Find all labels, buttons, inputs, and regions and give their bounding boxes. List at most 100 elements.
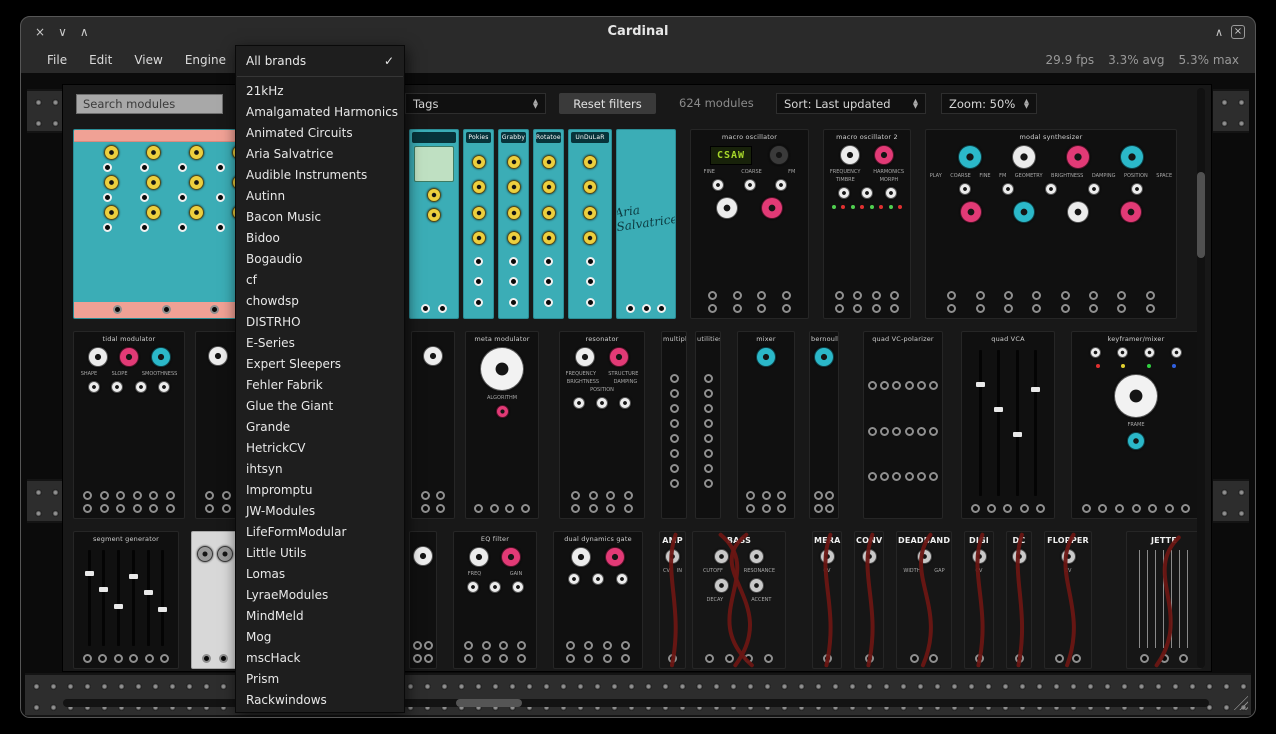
module-keyframer-mixer[interactable]: keyframer/mixerFRAME [1071,331,1201,519]
brand-menu-item[interactable]: Fehler Fabrik [236,375,404,396]
brand-menu-item[interactable]: cf [236,270,404,291]
brand-menu-item[interactable]: JW-Modules [236,501,404,522]
module-panel[interactable] [411,331,455,519]
module-amp[interactable]: AMPCVIN [659,531,686,669]
sort-select[interactable]: Sort: Last updated [776,93,926,114]
brand-menu-item[interactable]: Expert Sleepers [236,354,404,375]
knob [208,346,228,366]
module-mera[interactable]: MERACV [812,531,842,669]
horizontal-scrollbar-thumb[interactable] [456,699,522,707]
brand-menu-selected-item[interactable]: All brands ✓ [236,46,404,76]
module-resonator[interactable]: resonatorFREQUENCYSTRUCTUREBRIGHTNESSDAM… [559,331,645,519]
brand-menu-item[interactable]: LifeFormModular [236,522,404,543]
brand-menu-item[interactable]: Autinn [236,186,404,207]
brand-menu-item[interactable]: Bogaudio [236,249,404,270]
brand-menu-item[interactable]: Little Utils [236,543,404,564]
module-panel[interactable]: Aria Salvatrice [616,129,676,319]
jack [517,641,526,650]
knob [592,573,604,585]
knob [88,381,100,393]
jack [205,504,214,513]
module-meta-modulator[interactable]: meta modulatorALGORITHM [465,331,539,519]
brand-menu-item[interactable]: ihtsyn [236,459,404,480]
zoom-select[interactable]: Zoom: 50% [941,93,1037,114]
knob [542,155,556,169]
menu-engine[interactable]: Engine [185,53,226,67]
module-bernoulli-gate[interactable]: bernoulli gate [809,331,839,519]
brand-menu-item[interactable]: chowdsp [236,291,404,312]
module-macro-oscillator-2[interactable]: macro oscillator 2FREQUENCYHARMONICSTIMB… [823,129,911,319]
menu-view[interactable]: View [134,53,162,67]
menu-file[interactable]: File [47,53,67,67]
maximize-icon[interactable]: ∧ [80,25,89,39]
module-pokies[interactable]: Pokies [463,129,494,319]
module-rotatoes[interactable]: Rotatoes [533,129,564,319]
menu-edit[interactable]: Edit [89,53,112,67]
knob [467,581,479,593]
jack [1089,304,1098,313]
module-utilities[interactable]: utilities [695,331,721,519]
brand-menu-item[interactable]: Impromptu [236,480,404,501]
brand-menu-item[interactable]: LyraeModules [236,585,404,606]
brand-menu-item[interactable]: MindMeld [236,606,404,627]
brand-menu-item[interactable]: Bidoo [236,228,404,249]
brand-menu-item[interactable]: Grande [236,417,404,438]
brand-menu-item[interactable]: mscHack [236,648,404,669]
brand-menu-item[interactable]: Prism [236,669,404,690]
close-box-icon[interactable]: × [1231,25,1245,39]
reset-filters-button[interactable]: Reset filters [559,93,656,114]
brand-menu-item[interactable]: Mog [236,627,404,648]
jack [424,641,433,650]
jack [474,298,483,307]
module-panel[interactable] [409,129,459,319]
module-segment-generator[interactable]: segment generator [73,531,179,669]
module-bass[interactable]: BASSCUTOFFRESONANCEDECAYACCENT [692,531,786,669]
brand-menu-item[interactable]: Aria Salvatrice [236,144,404,165]
module-mixer[interactable]: mixer [737,331,795,519]
module-panel[interactable] [191,531,239,669]
brand-menu-item[interactable]: 21kHz [236,81,404,102]
module-undular[interactable]: UnDuLaR [568,129,612,319]
brand-menu-item[interactable]: HetrickCV [236,438,404,459]
check-icon: ✓ [384,54,394,68]
module-dc[interactable]: DC [1006,531,1032,669]
module-dual-dynamics-gate[interactable]: dual dynamics gate [553,531,643,669]
module-conv[interactable]: CONV [854,531,884,669]
module-tidal-modulator[interactable]: tidal modulatorSHAPESLOPESMOOTHNESS [73,331,185,519]
brand-menu-item[interactable]: Animated Circuits [236,123,404,144]
collapse-icon[interactable]: ∧ [1215,26,1223,39]
module-modal-synthesizer[interactable]: modal synthesizerPLAYCOARSEFINEFMGEOMETR… [925,129,1177,319]
close-icon[interactable]: × [35,25,45,39]
minimize-icon[interactable]: ∨ [58,25,67,39]
module-eq-filter[interactable]: EQ filterFREQGAIN [453,531,537,669]
module-quad-vc-polarizer[interactable]: quad VC-polarizer [863,331,943,519]
module-flopper[interactable]: FLOPPERCV [1044,531,1092,669]
brand-menu-item[interactable]: Glue the Giant [236,396,404,417]
search-input[interactable] [76,94,223,114]
module-macro-oscillator[interactable]: macro oscillatorCSAWFINECOARSEFM [690,129,809,319]
window-controls-left: × ∨ ∧ [35,17,89,47]
module-jette[interactable]: JETTE [1126,531,1202,669]
vertical-scrollbar-thumb[interactable] [1197,172,1205,258]
vertical-scrollbar[interactable] [1197,88,1205,668]
jack [544,298,553,307]
brand-menu-item[interactable]: DISTRHO [236,312,404,333]
module-quad-vca[interactable]: quad VCA [961,331,1055,519]
module-grabby[interactable]: Grabby [498,129,529,319]
module-deadband[interactable]: DEADBANDWIDTHGAP [896,531,952,669]
module-multiples[interactable]: multiples [661,331,687,519]
module-digi[interactable]: DIGICV [964,531,994,669]
tags-select[interactable]: Tags [405,93,546,114]
module-title: mixer [738,332,794,344]
brand-menu-item[interactable]: Rackwindows [236,690,404,711]
brand-menu-item[interactable]: Amalgamated Harmonics [236,102,404,123]
brand-menu-item[interactable]: Lomas [236,564,404,585]
jack [777,504,786,513]
jack [98,654,107,663]
brand-menu-item[interactable]: Audible Instruments [236,165,404,186]
module-panel[interactable] [409,531,437,669]
module-label: IN [677,568,682,574]
brand-menu-item[interactable]: Bacon Music [236,207,404,228]
jack [1036,504,1045,513]
brand-menu-item[interactable]: E-Series [236,333,404,354]
